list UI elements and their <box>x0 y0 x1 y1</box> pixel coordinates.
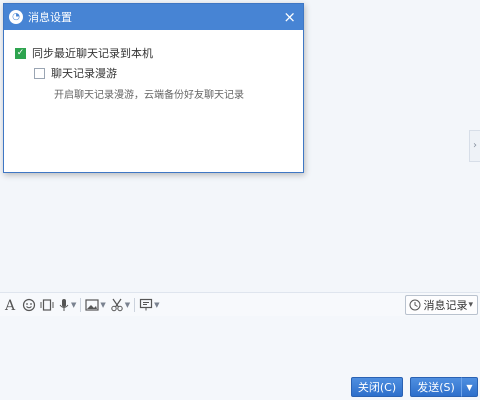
message-history-button[interactable]: 消息记录 ▾ <box>405 295 478 315</box>
toolbar-divider <box>80 297 82 312</box>
window-shake-icon <box>40 298 54 311</box>
toolbar-divider <box>134 297 136 312</box>
svg-text:A: A <box>4 298 16 312</box>
roaming-label: 聊天记录漫游 <box>51 67 117 80</box>
roaming-checkbox[interactable] <box>34 67 45 79</box>
send-options-button[interactable]: ▼ <box>461 377 478 397</box>
sync-local-checkbox[interactable]: ✓ <box>15 47 26 59</box>
screen-share-button[interactable]: ▼ <box>139 295 160 315</box>
roaming-description: 开启聊天记录漫游，云端备份好友聊天记录 <box>54 90 244 101</box>
message-input[interactable] <box>0 316 480 400</box>
screenshot-button[interactable]: ▼ <box>110 295 130 315</box>
qq-logo-icon: ◔ <box>9 10 23 24</box>
roaming-option[interactable]: 聊天记录漫游 <box>34 65 117 81</box>
close-button[interactable]: 关闭(C) <box>351 377 403 397</box>
clock-icon <box>409 299 421 311</box>
emoji-button[interactable] <box>22 295 36 315</box>
message-settings-dialog: ◔ 消息设置 × ✓ 同步最近聊天记录到本机 聊天记录漫游 开启聊天记录漫游，云… <box>3 3 304 173</box>
message-history-label: 消息记录 <box>423 299 468 312</box>
voice-dropdown-icon[interactable]: ▼ <box>71 301 76 309</box>
voice-button[interactable]: ▼ <box>58 295 76 315</box>
screenshot-dropdown-icon[interactable]: ▼ <box>125 301 130 309</box>
side-panel-toggle[interactable]: › <box>469 130 480 162</box>
font-button[interactable]: A <box>4 295 18 315</box>
window-shake-button[interactable] <box>40 295 54 315</box>
emoji-icon <box>22 298 36 311</box>
image-button[interactable]: ▼ <box>85 295 106 315</box>
voice-icon <box>59 298 69 311</box>
dialog-title: 消息设置 <box>28 11 72 24</box>
scissors-icon <box>111 298 123 311</box>
chevron-down-icon: ▾ <box>468 300 473 310</box>
sync-local-label: 同步最近聊天记录到本机 <box>32 47 153 60</box>
sync-local-option[interactable]: ✓ 同步最近聊天记录到本机 <box>15 45 153 61</box>
dialog-title-bar: ◔ 消息设置 × <box>4 4 303 30</box>
close-icon[interactable]: × <box>283 8 296 26</box>
image-icon <box>85 298 99 311</box>
screen-share-dropdown-icon[interactable]: ▼ <box>154 301 159 309</box>
image-dropdown-icon[interactable]: ▼ <box>100 301 105 309</box>
send-button[interactable]: 发送(S) <box>410 377 462 397</box>
font-icon: A <box>4 298 16 312</box>
screen-share-icon <box>140 298 153 310</box>
input-toolbar: A ▼ ▼ ▼ ▼ 消息记录 ▾ <box>0 292 480 316</box>
